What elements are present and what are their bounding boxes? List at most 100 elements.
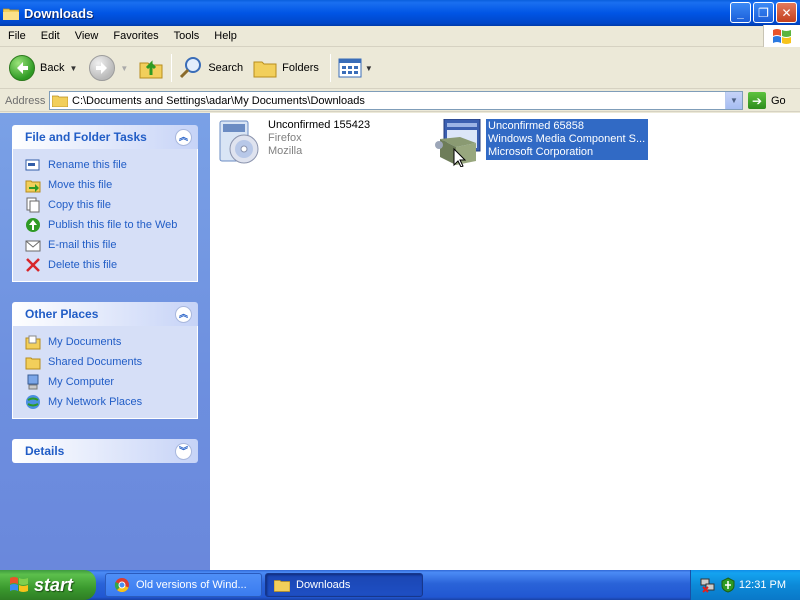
msi-package-icon (435, 119, 481, 167)
search-icon (180, 57, 202, 79)
collapse-icon[interactable]: ︽ (175, 305, 192, 323)
expand-icon[interactable]: ︾ (175, 442, 192, 460)
file-description: Firefox (268, 132, 302, 144)
task-label: Publish this file to the Web (48, 219, 178, 231)
taskbar-item-chrome[interactable]: Old versions of Wind... (105, 573, 262, 597)
address-bar: Address C:\Documents and Settings\adar\M… (0, 90, 800, 112)
panel-title: File and Folder Tasks (25, 130, 147, 144)
folders-icon (253, 61, 277, 78)
publish-web-icon (25, 217, 41, 233)
folder-icon (3, 8, 19, 20)
task-rename[interactable]: Rename this file (25, 155, 197, 175)
address-input[interactable]: C:\Documents and Settings\adar\My Docume… (49, 91, 743, 110)
menu-view[interactable]: View (67, 30, 106, 42)
file-company: Microsoft Corporation (488, 146, 594, 158)
file-item-selected[interactable]: Unconfirmed 65858 Windows Media Componen… (434, 119, 649, 167)
forward-button[interactable]: ▼ (86, 50, 131, 86)
toolbar-separator (329, 54, 331, 82)
minimize-button[interactable]: _ (730, 2, 751, 23)
chrome-icon (114, 578, 129, 593)
back-label: Back (40, 62, 65, 74)
my-computer-icon (25, 374, 41, 390)
menu-edit[interactable]: Edit (33, 30, 67, 42)
panel-title: Details (25, 444, 65, 458)
task-label: Old versions of Wind... (136, 579, 247, 591)
go-label: Go (771, 94, 786, 107)
close-button[interactable]: ✕ (776, 2, 797, 23)
file-name: Unconfirmed 155423 (268, 119, 371, 131)
restore-icon: ❐ (758, 5, 769, 20)
folder-icon (274, 580, 290, 592)
menu-tools[interactable]: Tools (166, 30, 207, 42)
start-button[interactable]: start (0, 570, 96, 600)
task-label: Copy this file (48, 199, 111, 211)
task-copy[interactable]: Copy this file (25, 195, 197, 215)
menu-favorites[interactable]: Favorites (105, 30, 165, 42)
window-title: Downloads (24, 5, 94, 21)
place-my-computer[interactable]: My Computer (25, 372, 197, 392)
task-label: E-mail this file (48, 239, 117, 251)
network-disconnected-icon[interactable] (700, 577, 716, 593)
forward-dropdown-icon[interactable]: ▼ (120, 64, 128, 73)
back-button[interactable]: Back ▼ (6, 50, 80, 86)
place-label: My Documents (48, 336, 122, 348)
menu-bar: File Edit View Favorites Tools Help (0, 25, 800, 47)
task-label: Downloads (296, 579, 351, 591)
place-shared-documents[interactable]: Shared Documents (25, 352, 197, 372)
move-icon (25, 177, 41, 193)
delete-icon (25, 257, 41, 273)
task-label: Move this file (48, 179, 113, 191)
views-icon (338, 58, 362, 78)
menu-file[interactable]: File (0, 30, 33, 42)
maximize-button[interactable]: ❐ (753, 2, 774, 23)
place-label: My Network Places (48, 396, 143, 408)
up-folder-button[interactable] (135, 50, 167, 86)
details-header[interactable]: Details ︾ (12, 439, 198, 463)
file-name: Unconfirmed 65858 (488, 120, 585, 132)
taskbar-item-downloads[interactable]: Downloads (265, 573, 423, 597)
task-email[interactable]: E-mail this file (25, 235, 197, 255)
folder-icon (52, 95, 68, 107)
title-bar[interactable]: Downloads _ ❐ ✕ (0, 0, 800, 26)
file-list-view[interactable]: Unconfirmed 155423 Firefox Mozilla Uncon… (210, 113, 800, 570)
toolbar-separator (171, 54, 173, 82)
shared-documents-icon (25, 354, 41, 370)
task-move[interactable]: Move this file (25, 175, 197, 195)
task-delete[interactable]: Delete this file (25, 255, 197, 275)
system-tray: 12:31 PM (690, 570, 800, 600)
collapse-icon[interactable]: ︽ (175, 128, 192, 146)
rename-icon (25, 157, 41, 173)
back-dropdown-icon[interactable]: ▼ (69, 64, 77, 73)
address-value: C:\Documents and Settings\adar\My Docume… (72, 94, 365, 107)
file-folder-tasks-panel: File and Folder Tasks ︽ Rename this file… (12, 125, 198, 282)
windows-logo-icon (763, 25, 800, 47)
other-places-panel: Other Places ︽ My Documents Shared Docum… (12, 302, 198, 419)
task-publish-web[interactable]: Publish this file to the Web (25, 215, 197, 235)
panel-title: Other Places (25, 307, 99, 321)
task-pane: File and Folder Tasks ︽ Rename this file… (0, 113, 210, 570)
place-label: Shared Documents (48, 356, 143, 368)
email-icon (25, 237, 41, 253)
installer-cd-icon (219, 120, 259, 164)
back-arrow-icon (9, 55, 35, 81)
copy-icon (25, 197, 41, 213)
clock[interactable]: 12:31 PM (739, 579, 786, 591)
go-button[interactable]: ➔ Go (748, 92, 786, 109)
address-dropdown-icon[interactable]: ▼ (725, 92, 742, 109)
views-button[interactable]: ▼ (335, 50, 376, 86)
search-button[interactable]: Search (176, 50, 246, 86)
network-places-icon (25, 394, 41, 410)
file-folder-tasks-header[interactable]: File and Folder Tasks ︽ (12, 125, 198, 149)
other-places-header[interactable]: Other Places ︽ (12, 302, 198, 326)
my-documents-icon (25, 334, 41, 350)
place-my-documents[interactable]: My Documents (25, 332, 197, 352)
folders-button[interactable]: Folders (250, 50, 322, 86)
standard-toolbar: Back ▼ ▼ Search Folders ▼ (0, 48, 800, 89)
place-network-places[interactable]: My Network Places (25, 392, 197, 412)
security-center-icon[interactable] (720, 577, 736, 593)
menu-help[interactable]: Help (206, 30, 244, 42)
file-description: Windows Media Component S... (488, 133, 646, 145)
views-dropdown-icon[interactable]: ▼ (365, 64, 373, 73)
address-label: Address (5, 94, 46, 107)
file-item[interactable]: Unconfirmed 155423 Firefox Mozilla (216, 119, 370, 167)
